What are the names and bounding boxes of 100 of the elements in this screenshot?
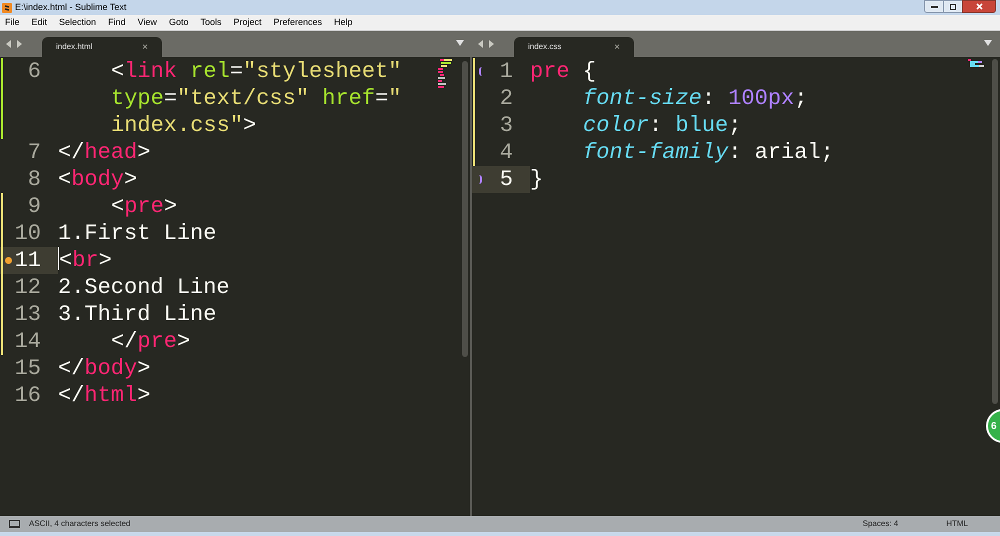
console-icon[interactable]: [9, 520, 20, 528]
code-token: rel: [189, 58, 230, 85]
code-token: </: [58, 382, 84, 409]
line-number: 9: [26, 193, 41, 220]
code-token: </: [58, 139, 84, 166]
code-token: >: [243, 112, 256, 139]
bracket-marker-icon: [478, 67, 482, 76]
menu-item[interactable]: Find: [108, 16, 126, 30]
code-token: >: [98, 247, 112, 274]
menu-item[interactable]: Edit: [32, 16, 48, 30]
line-number: 15: [14, 355, 41, 382]
text-cursor: [58, 247, 59, 270]
code-token: : arial;: [728, 139, 834, 166]
code-token: pre: [137, 328, 178, 355]
line-number: 11: [14, 247, 41, 274]
tab-scroll-arrows-icon[interactable]: [6, 40, 22, 48]
line-number: 2: [498, 85, 513, 112]
line-number: 4: [498, 139, 513, 166]
window-title: E:\index.html - Sublime Text: [15, 0, 126, 14]
menu-item[interactable]: Goto: [168, 16, 188, 30]
code-token: body: [71, 166, 124, 193]
scrollbar-thumb[interactable]: [992, 59, 998, 404]
code-token: >: [124, 166, 138, 193]
menu-item[interactable]: Help: [334, 16, 353, 30]
code-token: link: [124, 58, 178, 85]
code-token: </: [111, 328, 138, 355]
code-token: href: [321, 85, 376, 112]
menu-item[interactable]: View: [138, 16, 157, 30]
code-token: index.css": [111, 112, 244, 139]
code-token: ": [388, 85, 402, 112]
menu-item[interactable]: Selection: [59, 16, 96, 30]
editor-tab[interactable]: index.css ×: [514, 37, 634, 57]
code-token: =: [164, 85, 178, 112]
code-token: :: [649, 112, 662, 139]
syntax-status[interactable]: HTML: [946, 518, 968, 530]
code-token: font-size: [583, 85, 702, 112]
line-number: 14: [14, 328, 41, 355]
code-token: >: [164, 193, 178, 220]
line-number: 16: [14, 382, 41, 409]
line-number: 12: [14, 274, 41, 301]
code-token: {: [582, 58, 596, 85]
code-token: =: [230, 58, 244, 85]
close-button[interactable]: [962, 0, 996, 13]
tab-dropdown-icon[interactable]: [984, 40, 992, 46]
code-token: >: [177, 328, 190, 355]
line-number: 7: [26, 139, 41, 166]
code-token: }: [530, 166, 544, 193]
bracket-marker-icon: [478, 175, 482, 184]
code-token: 3.Third Line: [58, 301, 216, 328]
line-number: 10: [14, 220, 41, 247]
restore-icon: [950, 4, 956, 10]
scrollbar-thumb[interactable]: [462, 61, 468, 357]
code-token: 1.First Line: [58, 220, 216, 247]
code-token: blue: [674, 112, 728, 139]
close-icon: [976, 3, 982, 10]
status-message: ASCII, 4 characters selected: [29, 518, 130, 530]
line-number: 3: [498, 112, 513, 139]
code-token: "text/css": [177, 85, 310, 112]
code-token: head: [84, 139, 138, 166]
tab-scroll-arrows-icon[interactable]: [478, 40, 494, 48]
editor-tab[interactable]: index.html ×: [42, 37, 162, 57]
code-token: >: [137, 139, 150, 166]
restore-button[interactable]: [944, 0, 962, 13]
code-token: body: [84, 355, 138, 382]
code-token: <: [58, 166, 72, 193]
code-token: br: [72, 247, 99, 274]
code-token: pre: [124, 193, 164, 220]
code-token: "stylesheet": [243, 58, 402, 85]
line-number: 13: [14, 301, 41, 328]
menu-item[interactable]: Preferences: [273, 16, 322, 30]
bookmark-icon: [4, 257, 12, 264]
line-number: 6: [26, 58, 41, 85]
code-token: <: [111, 193, 124, 220]
tab-close-button[interactable]: ×: [614, 40, 620, 54]
minimize-button[interactable]: [924, 0, 944, 13]
line-number: 5: [498, 166, 513, 193]
code-token: font-family: [583, 139, 728, 166]
tab-label: index.css: [528, 41, 562, 53]
line-number: 8: [26, 166, 41, 193]
app-logo-icon: [2, 2, 12, 12]
menu-item[interactable]: Tools: [200, 16, 222, 30]
code-token: 2.Second Line: [58, 274, 230, 301]
tab-label: index.html: [56, 41, 92, 53]
code-token: html: [84, 382, 138, 409]
code-token: color: [583, 112, 650, 139]
indentation-status[interactable]: Spaces: 4: [862, 518, 898, 530]
code-token: 100px: [727, 85, 794, 112]
tab-close-button[interactable]: ×: [142, 40, 148, 54]
menu-item[interactable]: File: [5, 16, 20, 30]
code-token: pre: [530, 58, 570, 85]
tab-dropdown-icon[interactable]: [456, 40, 464, 46]
code-token: </: [58, 355, 84, 382]
menu-item[interactable]: Project: [233, 16, 262, 30]
code-token: =: [375, 85, 388, 112]
code-token: type: [111, 85, 164, 112]
code-token: >: [137, 355, 150, 382]
line-number: 1: [498, 58, 513, 85]
code-token: ;: [728, 112, 742, 139]
code-token: ;: [794, 85, 808, 112]
minimize-icon: [930, 6, 938, 8]
